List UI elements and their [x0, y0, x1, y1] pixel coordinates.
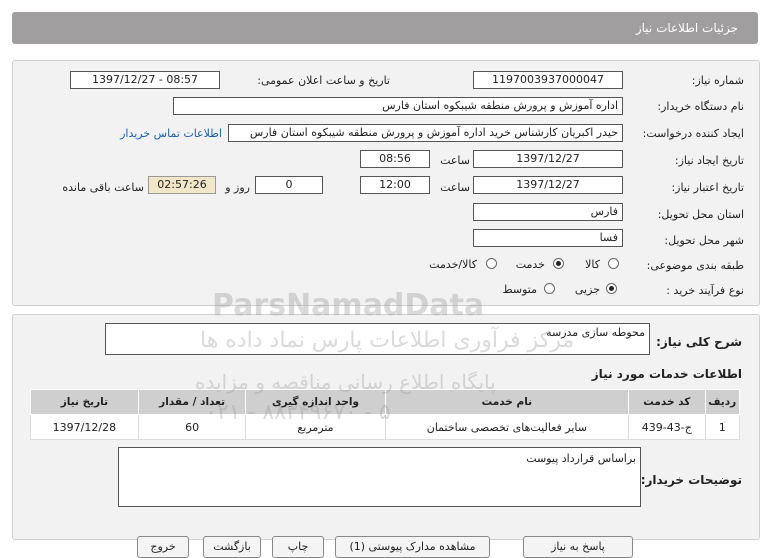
cell-unit: مترمربع [245, 414, 386, 440]
days-label: روز و [225, 181, 250, 194]
col-service-code: کد خدمت [628, 389, 706, 415]
need-number-label: شماره نیاز: [691, 74, 744, 87]
buyer-contact-link[interactable]: اطلاعات تماس خریدار [120, 127, 222, 140]
page-title: جزئیات اطلاعات نیاز [635, 21, 738, 35]
process-radio-minor[interactable] [606, 283, 617, 294]
announce-datetime-field: 1397/12/27 - 08:57 [70, 71, 220, 89]
services-table: ردیف کد خدمت نام خدمت واحد اندازه گیری ت… [30, 389, 740, 440]
category-radio-service[interactable] [553, 258, 564, 269]
process-radio-medium[interactable] [544, 283, 555, 294]
cell-row-number: 1 [704, 414, 740, 440]
cell-need-date: 1397/12/28 [30, 414, 139, 440]
category-radio-goods-service[interactable] [486, 258, 497, 269]
col-row-number: ردیف [704, 389, 740, 415]
col-need-date: تاریخ نیاز [30, 389, 139, 415]
category-option-service: خدمت [515, 258, 545, 271]
category-option-goods: کالا [585, 258, 600, 271]
validity-date-field: 1397/12/27 [473, 176, 623, 194]
remaining-time-label: ساعت باقی مانده [62, 181, 144, 194]
summary-label: شرح کلی نیاز: [656, 335, 742, 349]
summary-field: محوطه سازی مدرسه [105, 323, 650, 355]
category-option-goods-service: کالا/خدمت [429, 258, 477, 271]
cell-service-code: ج-43-439 [628, 414, 706, 440]
process-option-medium: متوسط [502, 283, 537, 296]
created-date-label: تاریخ ایجاد نیاز: [674, 154, 744, 167]
city-label: شهر محل تحویل: [664, 234, 744, 247]
category-radio-goods[interactable] [608, 258, 619, 269]
requester-field: حیدر اکبریان کارشناس خرید اداره آموزش و … [228, 124, 623, 142]
cell-quantity: 60 [137, 414, 247, 440]
buyer-org-field: اداره آموزش و پرورش منطقه شیبکوه استان ف… [173, 97, 623, 115]
created-date-field: 1397/12/27 [473, 150, 623, 168]
days-remaining-field: 0 [255, 176, 323, 194]
validity-time-label: ساعت [440, 181, 470, 194]
province-label: استان محل تحویل: [657, 208, 744, 221]
buyer-notes-text: براساس قرارداد پیوست [526, 452, 636, 465]
table-row: 1 ج-43-439 سایر فعالیت‌های تخصصی ساختمان… [30, 414, 740, 440]
col-service-name: نام خدمت [384, 389, 630, 415]
buyer-org-label: نام دستگاه خریدار: [657, 100, 744, 113]
requester-label: ایجاد کننده درخواست: [642, 127, 744, 140]
buyer-notes-label: توضیحات خریدار: [640, 473, 742, 487]
validity-time-field: 12:00 [360, 176, 430, 194]
summary-text: محوطه سازی مدرسه [546, 326, 645, 339]
print-button[interactable]: چاپ [272, 536, 324, 558]
view-attachments-button[interactable]: مشاهده مدارک پیوستی (1) [335, 536, 490, 558]
created-time-label: ساعت [440, 154, 470, 167]
process-type-label: نوع فرآیند خرید : [666, 284, 744, 297]
services-title: اطلاعات خدمات مورد نیاز [591, 367, 742, 381]
cell-service-name: سایر فعالیت‌های تخصصی ساختمان [384, 414, 630, 440]
services-header-row: ردیف کد خدمت نام خدمت واحد اندازه گیری ت… [30, 389, 740, 415]
reply-button[interactable]: پاسخ به نیاز [523, 536, 633, 558]
buyer-notes-field: براساس قرارداد پیوست [118, 447, 641, 507]
process-option-minor: جزیی [574, 283, 600, 296]
created-time-field: 08:56 [360, 150, 430, 168]
back-button[interactable]: بازگشت [203, 536, 261, 558]
col-unit: واحد اندازه گیری [245, 389, 386, 415]
need-number-field: 1197003937000047 [473, 71, 623, 89]
province-field: فارس [473, 203, 623, 221]
exit-button[interactable]: خروج [137, 536, 189, 558]
remaining-time-field: 02:57:26 [148, 176, 216, 194]
city-field: فسا [473, 229, 623, 247]
category-label: طبقه بندی موضوعی: [646, 259, 744, 272]
col-quantity: تعداد / مقدار [137, 389, 247, 415]
page-header: جزئیات اطلاعات نیاز [12, 12, 758, 44]
announce-label: تاریخ و ساعت اعلان عمومی: [257, 74, 390, 87]
validity-date-label: تاریخ اعتبار نیاز: [671, 181, 744, 194]
